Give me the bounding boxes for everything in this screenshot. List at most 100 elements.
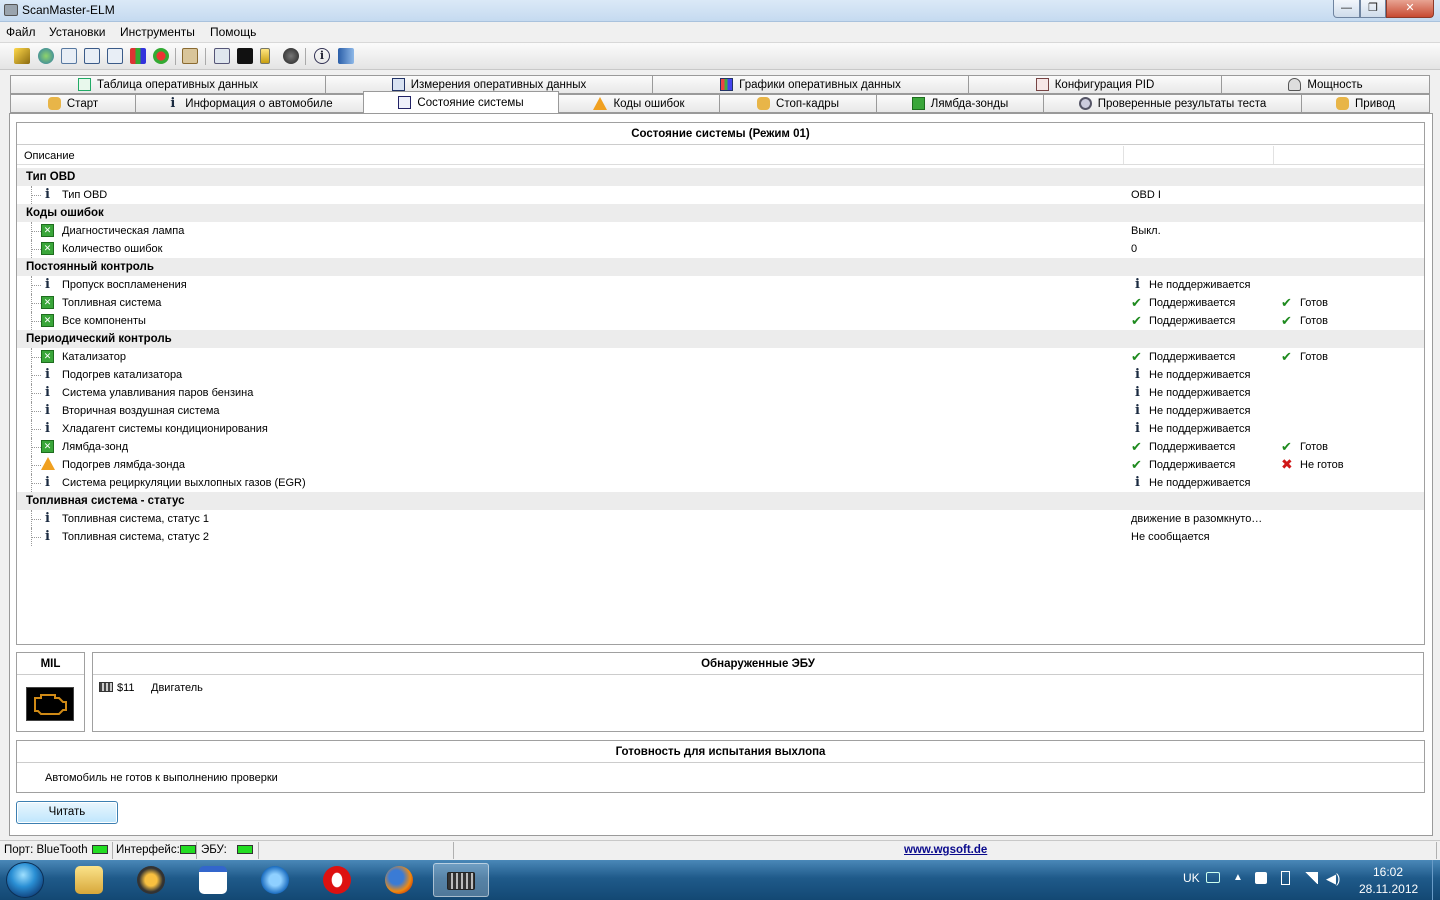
battery-icon[interactable] [260,48,270,64]
green-status-icon: ✕ [41,242,54,255]
info-icon: i [45,421,50,436]
table-row[interactable]: ✕ Лямбда-зонд ✔ Поддерживается ✔ Готов [17,438,1424,456]
table-row[interactable]: i Система улавливания паров бензина i Не по… [17,384,1424,402]
tab-freeze-frames[interactable]: Стоп-кадры [719,94,877,113]
info-icon: i [45,403,50,418]
grid-icon[interactable] [107,48,123,64]
calendar-icon [199,866,227,894]
about-icon[interactable]: i [314,48,330,64]
tab-test-results[interactable]: Проверенные результаты теста [1043,94,1302,113]
tab-lambda-sensors[interactable]: Лямбда-зонды [876,94,1044,113]
clock-time[interactable]: 16:02 [1373,865,1403,879]
value-text: Поддерживается [1149,315,1236,327]
row-label: Лямбда-зонд [62,441,129,453]
taskbar-aimp[interactable] [124,863,178,897]
table-row[interactable]: i Топливная система, статус 2 Не сообщаетс… [17,528,1424,546]
website-link[interactable]: www.wgsoft.de [904,844,987,856]
value-text: Поддерживается [1149,297,1236,309]
clipboard-icon[interactable] [182,48,198,64]
table-row[interactable]: i Пропуск воспламенения i Не поддерживается [17,276,1424,294]
search-icon[interactable] [214,48,230,64]
tab-vehicle-info[interactable]: i Информация о автомобиле [135,94,364,113]
tree-line [31,447,41,448]
table-row[interactable]: ✕ Катализатор ✔ Поддерживается ✔ Готов [17,348,1424,366]
table-row[interactable]: ✕ Диагностическая лампа Выкл. [17,222,1424,240]
show-desktop-button[interactable] [1432,860,1440,900]
network-icon[interactable] [1304,872,1318,884]
tab-error-codes[interactable]: Коды ошибок [558,94,720,113]
taskbar-calendar[interactable] [186,863,240,897]
table-row[interactable]: i Тип OBD OBD I [17,186,1424,204]
tab-start[interactable]: Старт [10,94,136,113]
group-row[interactable]: Коды ошибок [17,204,1424,222]
group-row[interactable]: Периодический контроль [17,330,1424,348]
stop-icon[interactable] [283,48,299,64]
table-row[interactable]: i Система рециркуляции выхлопных газов (E… [17,474,1424,492]
emission-title: Готовность для испытания выхлопа [17,741,1424,763]
menu-help[interactable]: Помощь [210,25,256,39]
read-button[interactable]: Читать [16,801,118,824]
group-row[interactable]: Тип OBD [17,168,1424,186]
tab-drive[interactable]: Привод [1301,94,1430,113]
taskbar-explorer[interactable] [62,863,116,897]
tree-line [31,195,41,196]
clock-date[interactable]: 28.11.2012 [1359,882,1418,896]
start-button[interactable] [6,862,44,898]
value-text: движение в разомкнуто… [1131,513,1263,525]
table-icon[interactable] [84,48,100,64]
engine-icon [26,687,74,721]
group-row[interactable]: Постоянный контроль [17,258,1424,276]
table-row[interactable]: ✕ Все компоненты ✔ Поддерживается ✔ Готов [17,312,1424,330]
connect-icon[interactable] [14,48,30,64]
lambda-icon[interactable] [153,48,169,64]
table-row[interactable]: ✕ Топливная система ✔ Поддерживается ✔ Готов [17,294,1424,312]
tree-line [31,249,41,250]
terminal-icon[interactable] [237,48,253,64]
document-icon[interactable] [61,48,77,64]
table-row[interactable]: i Вторичная воздушная система i Не поддержи… [17,402,1424,420]
info-icon: i [45,385,50,400]
globe-icon[interactable] [38,48,54,64]
tab-system-status[interactable]: Состояние системы [363,91,559,113]
value-text: Готов [1300,351,1328,363]
checklist-icon [398,96,412,109]
tab-power[interactable]: Мощность [1221,75,1430,94]
table-icon [77,78,91,91]
group-row[interactable]: Топливная система - статус [17,492,1424,510]
table-row[interactable]: i Топливная система, статус 1 движение в р… [17,510,1424,528]
value-text: Не готов [1300,459,1344,471]
gear-icon [1078,97,1092,110]
tree-line [31,537,41,538]
status-bar: Порт: BlueTooth Интерфейс: ЭБУ: www.wgso… [0,840,1440,860]
group-label: Коды ошибок [26,207,104,219]
table-row[interactable]: i Подогрев катализатора i Не поддерживается [17,366,1424,384]
keyboard-icon[interactable] [1206,872,1220,883]
taskbar-internet-explorer[interactable] [248,863,302,897]
tab-live-data-table[interactable]: Таблица оперативных данных [10,75,326,94]
close-button[interactable]: ✕ [1386,0,1434,18]
table-row[interactable]: Подогрев лямбда-зонда ✔ Поддерживается ✖ Не … [17,456,1424,474]
value-text: Поддерживается [1149,441,1236,453]
minimize-button[interactable]: — [1333,0,1360,18]
tab-pid-config[interactable]: Конфигурация PID [968,75,1222,94]
taskbar-firefox[interactable] [372,863,426,897]
menu-settings[interactable]: Установки [49,25,105,39]
table-row[interactable]: ✕ Количество ошибок 0 [17,240,1424,258]
row-label: Все компоненты [62,315,146,327]
language-indicator[interactable]: UK [1183,871,1200,885]
menu-tools[interactable]: Инструменты [120,25,195,39]
maximize-button[interactable]: ❐ [1360,0,1386,18]
engine-icon-shape [34,694,67,715]
chart-icon[interactable] [130,48,146,64]
show-hidden-icons-icon[interactable]: ▲ [1233,872,1243,883]
tab-live-data-graphs[interactable]: Графики оперативных данных [652,75,969,94]
exit-icon[interactable] [338,48,354,64]
table-row[interactable]: i Хладагент системы кондиционирования i Не … [17,420,1424,438]
tree-line [31,321,41,322]
taskbar-scanmaster[interactable] [433,863,489,897]
volume-icon[interactable]: ◀) [1326,871,1340,887]
menu-file[interactable]: Файл [6,25,36,39]
taskbar-opera[interactable] [310,863,364,897]
battery-icon[interactable] [1281,871,1290,885]
action-center-icon[interactable] [1255,872,1267,884]
